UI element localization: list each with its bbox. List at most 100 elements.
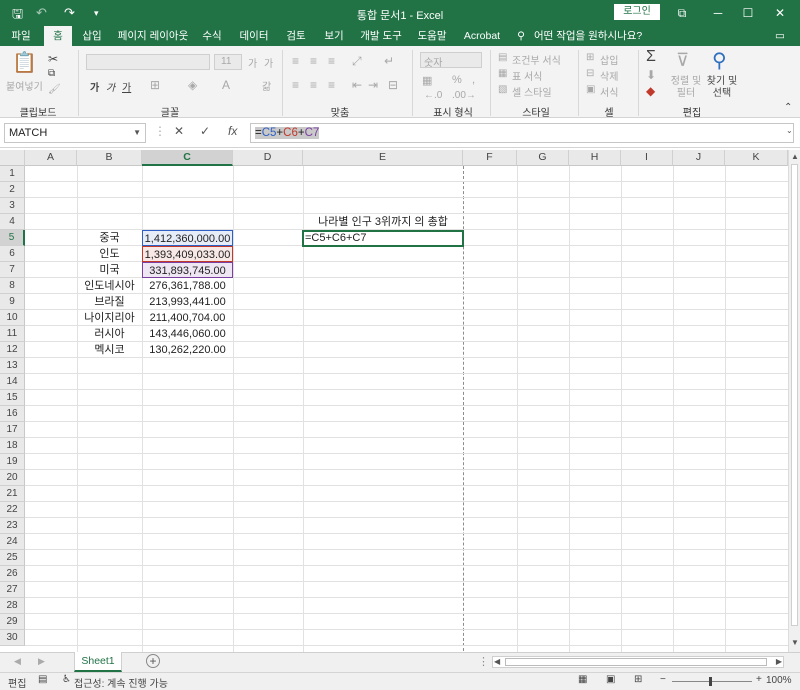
cell-c5[interactable]: 1,412,360,000.00 — [142, 230, 233, 246]
paste-icon[interactable]: 📋 — [12, 50, 37, 75]
tab-developer[interactable]: 개발 도구 — [356, 26, 406, 46]
zoom-in-icon[interactable]: + — [756, 674, 762, 685]
row-header-4[interactable]: 4 — [0, 214, 25, 230]
expand-formula-bar-icon[interactable]: ⌄ — [786, 126, 793, 135]
decrease-indent-icon[interactable]: ⇤ — [352, 78, 362, 92]
tab-data[interactable]: 데이터 — [234, 26, 274, 46]
row-header-20[interactable]: 20 — [0, 470, 25, 486]
row-header-6[interactable]: 6 — [0, 246, 25, 262]
macro-record-icon[interactable]: ▤ — [38, 674, 47, 685]
formula-input[interactable]: =C5+C6+C7 — [250, 123, 794, 143]
shrink-font-button[interactable]: 가 — [264, 55, 273, 70]
fill-icon[interactable]: ⬇ — [646, 68, 656, 82]
cell-b6[interactable]: 인도 — [77, 246, 142, 262]
increase-decimal-icon[interactable]: ←.0 — [424, 90, 442, 101]
zoom-slider[interactable] — [672, 681, 752, 682]
align-right-icon[interactable]: ≡ — [328, 78, 335, 92]
format-as-table-button[interactable]: 표 서식 — [512, 68, 542, 83]
row-header-29[interactable]: 29 — [0, 614, 25, 630]
tab-acrobat[interactable]: Acrobat — [458, 26, 506, 46]
row-header-14[interactable]: 14 — [0, 374, 25, 390]
cell-c9[interactable]: 213,993,441.00 — [142, 294, 233, 310]
align-left-icon[interactable]: ≡ — [292, 78, 299, 92]
row-header-9[interactable]: 9 — [0, 294, 25, 310]
row-header-8[interactable]: 8 — [0, 278, 25, 294]
font-family-select[interactable] — [86, 54, 210, 70]
cell-c12[interactable]: 130,262,220.00 — [142, 342, 233, 358]
conditional-formatting-button[interactable]: 조건부 서식 — [512, 52, 561, 67]
comma-style-icon[interactable]: , — [472, 74, 475, 86]
row-header-7[interactable]: 7 — [0, 262, 25, 278]
login-button[interactable]: 로그인 — [614, 4, 660, 20]
column-header-f[interactable]: F — [463, 150, 517, 166]
row-header-15[interactable]: 15 — [0, 390, 25, 406]
row-header-12[interactable]: 12 — [0, 342, 25, 358]
font-size-select[interactable]: 11 — [214, 54, 242, 70]
middle-align-icon[interactable]: ≡ — [310, 54, 317, 68]
tab-review[interactable]: 검토 — [280, 26, 312, 46]
insert-cells-button[interactable]: 삽입 — [600, 52, 618, 67]
delete-cells-button[interactable]: 삭제 — [600, 68, 618, 83]
column-header-c[interactable]: C — [142, 150, 233, 166]
column-header-j[interactable]: J — [673, 150, 725, 166]
row-header-30[interactable]: 30 — [0, 630, 25, 646]
format-cells-button[interactable]: 서식 — [600, 84, 618, 99]
scroll-up-icon[interactable]: ▲ — [791, 152, 799, 161]
row-header-27[interactable]: 27 — [0, 582, 25, 598]
page-layout-view-icon[interactable]: ▣ — [606, 674, 615, 685]
sheet-tab-sheet1[interactable]: Sheet1 — [74, 652, 122, 672]
tab-view[interactable]: 보기 — [318, 26, 350, 46]
zoom-slider-thumb[interactable] — [709, 677, 712, 686]
zoom-level[interactable]: 100% — [766, 675, 792, 686]
fill-color-icon[interactable]: ◈ — [188, 78, 197, 92]
bottom-align-icon[interactable]: ≡ — [328, 54, 335, 68]
comments-icon[interactable]: ▭ — [770, 26, 790, 46]
name-box[interactable]: MATCH ▼ — [4, 123, 146, 143]
phonetic-icon[interactable]: 갊 — [262, 78, 271, 93]
chevron-down-icon[interactable]: ▼ — [133, 124, 141, 142]
column-header-e[interactable]: E — [303, 150, 463, 166]
row-header-25[interactable]: 25 — [0, 550, 25, 566]
cell-b10[interactable]: 나이지리아 — [77, 310, 142, 326]
select-all-button[interactable] — [0, 150, 25, 166]
row-header-10[interactable]: 10 — [0, 310, 25, 326]
sort-filter-button[interactable]: 정렬 및 필터 — [666, 76, 706, 100]
row-header-13[interactable]: 13 — [0, 358, 25, 374]
cell-b12[interactable]: 멕시코 — [77, 342, 142, 358]
number-format-select[interactable]: 숫자 — [420, 52, 482, 69]
tab-file[interactable]: 파일 — [4, 26, 38, 46]
row-header-1[interactable]: 1 — [0, 166, 25, 182]
row-header-24[interactable]: 24 — [0, 534, 25, 550]
horizontal-scroll-thumb[interactable] — [505, 658, 767, 666]
accessibility-status[interactable]: 접근성: 계속 진행 가능 — [74, 675, 168, 690]
clear-icon[interactable]: ◆ — [646, 84, 655, 98]
column-header-i[interactable]: I — [621, 150, 673, 166]
column-header-k[interactable]: K — [725, 150, 788, 166]
normal-view-icon[interactable]: ▦ — [578, 674, 587, 685]
column-header-g[interactable]: G — [517, 150, 569, 166]
wrap-text-icon[interactable]: ↵ — [384, 54, 394, 68]
row-header-17[interactable]: 17 — [0, 422, 25, 438]
minimize-button[interactable]: ─ — [706, 4, 730, 22]
collapse-ribbon-icon[interactable]: ⌃ — [784, 102, 792, 113]
row-header-26[interactable]: 26 — [0, 566, 25, 582]
tab-help[interactable]: 도움말 — [412, 26, 452, 46]
increase-indent-icon[interactable]: ⇥ — [368, 78, 378, 92]
row-header-23[interactable]: 23 — [0, 518, 25, 534]
horizontal-scrollbar[interactable]: ◀ ▶ — [492, 656, 784, 668]
cell-b11[interactable]: 러시아 — [77, 326, 142, 342]
merge-center-icon[interactable]: ⊟ — [388, 78, 398, 92]
copy-icon[interactable]: ⧉ — [48, 68, 55, 79]
row-header-5[interactable]: 5 — [0, 230, 25, 246]
cancel-icon[interactable]: ✕ — [174, 124, 184, 138]
font-color-icon[interactable]: A — [222, 78, 230, 92]
tab-page-layout[interactable]: 페이지 레이아웃 — [114, 26, 192, 46]
page-break-preview-icon[interactable]: ⊞ — [634, 674, 642, 685]
row-header-2[interactable]: 2 — [0, 182, 25, 198]
row-header-3[interactable]: 3 — [0, 198, 25, 214]
cell-styles-button[interactable]: 셀 스타일 — [512, 84, 552, 99]
next-sheet-icon[interactable]: ▶ — [38, 656, 45, 667]
borders-icon[interactable]: ⊞ — [150, 78, 160, 92]
column-header-d[interactable]: D — [233, 150, 303, 166]
cell-c8[interactable]: 276,361,788.00 — [142, 278, 233, 294]
